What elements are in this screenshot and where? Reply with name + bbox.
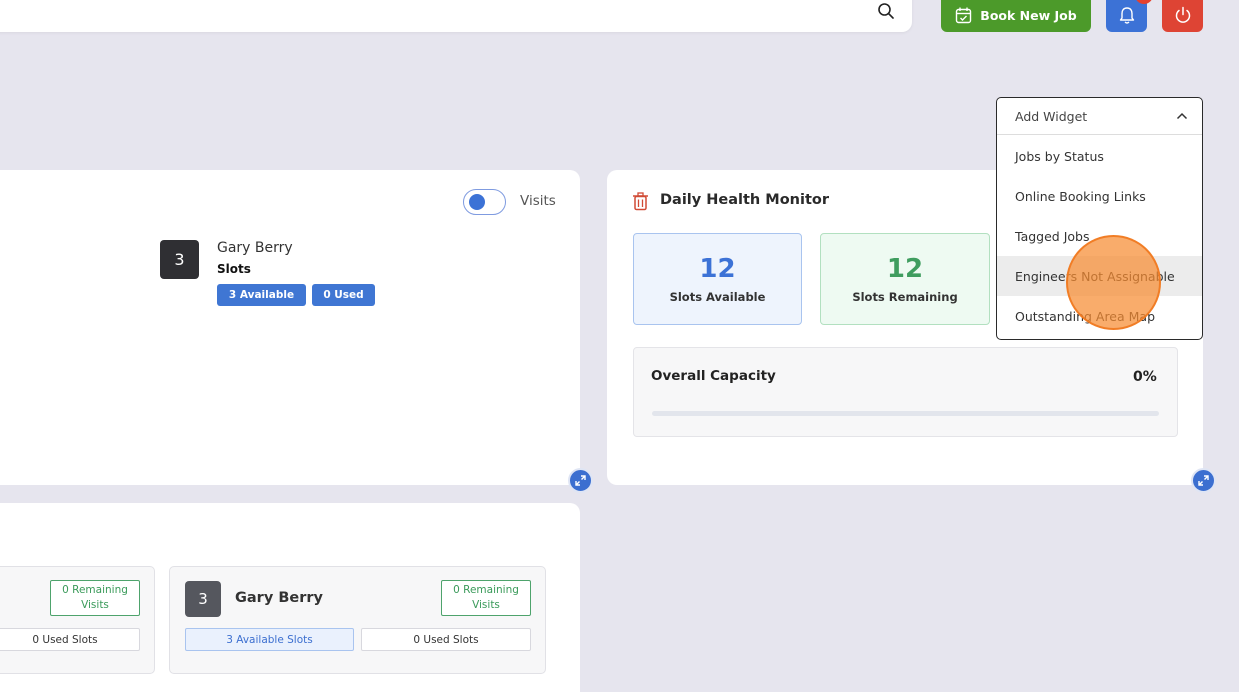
visits-toggle-label: Visits <box>520 193 556 209</box>
used-slots-box: 0 Used Slots <box>361 628 531 651</box>
expand-icon <box>575 475 586 486</box>
chevron-up-icon[interactable] <box>1176 111 1188 121</box>
menu-item-tagged-jobs[interactable]: Tagged Jobs <box>997 216 1202 256</box>
menu-item-outstanding-area-map[interactable]: Outstanding Area Map <box>997 296 1202 336</box>
calendar-icon <box>956 7 972 23</box>
engineer-name: Gary Berry <box>217 240 293 256</box>
slots-available-stat: 12 Slots Available <box>633 233 802 325</box>
available-slots-box: 3 Available Slots <box>185 628 354 651</box>
engineer-number-badge: 3 <box>185 581 221 617</box>
expand-icon <box>1198 475 1209 486</box>
slots-remaining-label: Slots Remaining <box>852 290 958 304</box>
overall-capacity-panel <box>633 347 1178 437</box>
slots-remaining-stat: 12 Slots Remaining <box>820 233 990 325</box>
toggle-knob <box>469 194 485 210</box>
add-widget-label: Add Widget <box>1015 108 1088 124</box>
visits-toggle[interactable] <box>463 189 506 215</box>
notifications-button[interactable] <box>1106 0 1147 32</box>
engineer-number-badge: 3 <box>160 240 199 279</box>
available-pill: 3 Available <box>217 284 306 306</box>
overall-capacity-percent: 0% <box>1133 369 1157 385</box>
engineer-subtitle: Slots <box>217 262 251 276</box>
menu-item-engineers-not-assignable[interactable]: Engineers Not Assignable <box>997 256 1202 296</box>
slots-widget-card <box>0 170 580 485</box>
slots-available-label: Slots Available <box>669 290 766 304</box>
slots-remaining-value: 12 <box>886 254 924 284</box>
search-bar[interactable] <box>0 0 912 32</box>
book-new-job-label: Book New Job <box>980 7 1077 23</box>
remaining-visits-badge: 0 Remaining Visits <box>441 580 531 616</box>
menu-item-jobs-by-status[interactable]: Jobs by Status <box>997 136 1202 176</box>
resize-handle-right[interactable] <box>1191 468 1216 493</box>
bell-icon <box>1119 6 1134 24</box>
used-pill: 0 Used <box>312 284 375 306</box>
power-icon <box>1175 6 1190 23</box>
search-icon[interactable] <box>877 2 895 20</box>
overall-capacity-progress <box>652 411 1159 416</box>
add-widget-dropdown[interactable]: Add Widget Jobs by Status Online Booking… <box>996 97 1203 340</box>
daily-health-monitor-title: Daily Health Monitor <box>660 192 830 208</box>
menu-item-online-booking-links[interactable]: Online Booking Links <box>997 176 1202 216</box>
used-slots-box: 0 Used Slots <box>0 628 140 651</box>
remaining-visits-badge: 0 Remaining Visits <box>50 580 140 616</box>
resize-handle-left[interactable] <box>568 468 593 493</box>
engineer-name: Gary Berry <box>235 590 323 606</box>
trash-icon[interactable] <box>632 192 649 211</box>
add-widget-header[interactable]: Add Widget <box>997 98 1202 135</box>
logout-button[interactable] <box>1162 0 1203 32</box>
book-new-job-button[interactable]: Book New Job <box>941 0 1091 32</box>
slots-available-value: 12 <box>699 254 736 284</box>
overall-capacity-label: Overall Capacity <box>651 368 776 384</box>
